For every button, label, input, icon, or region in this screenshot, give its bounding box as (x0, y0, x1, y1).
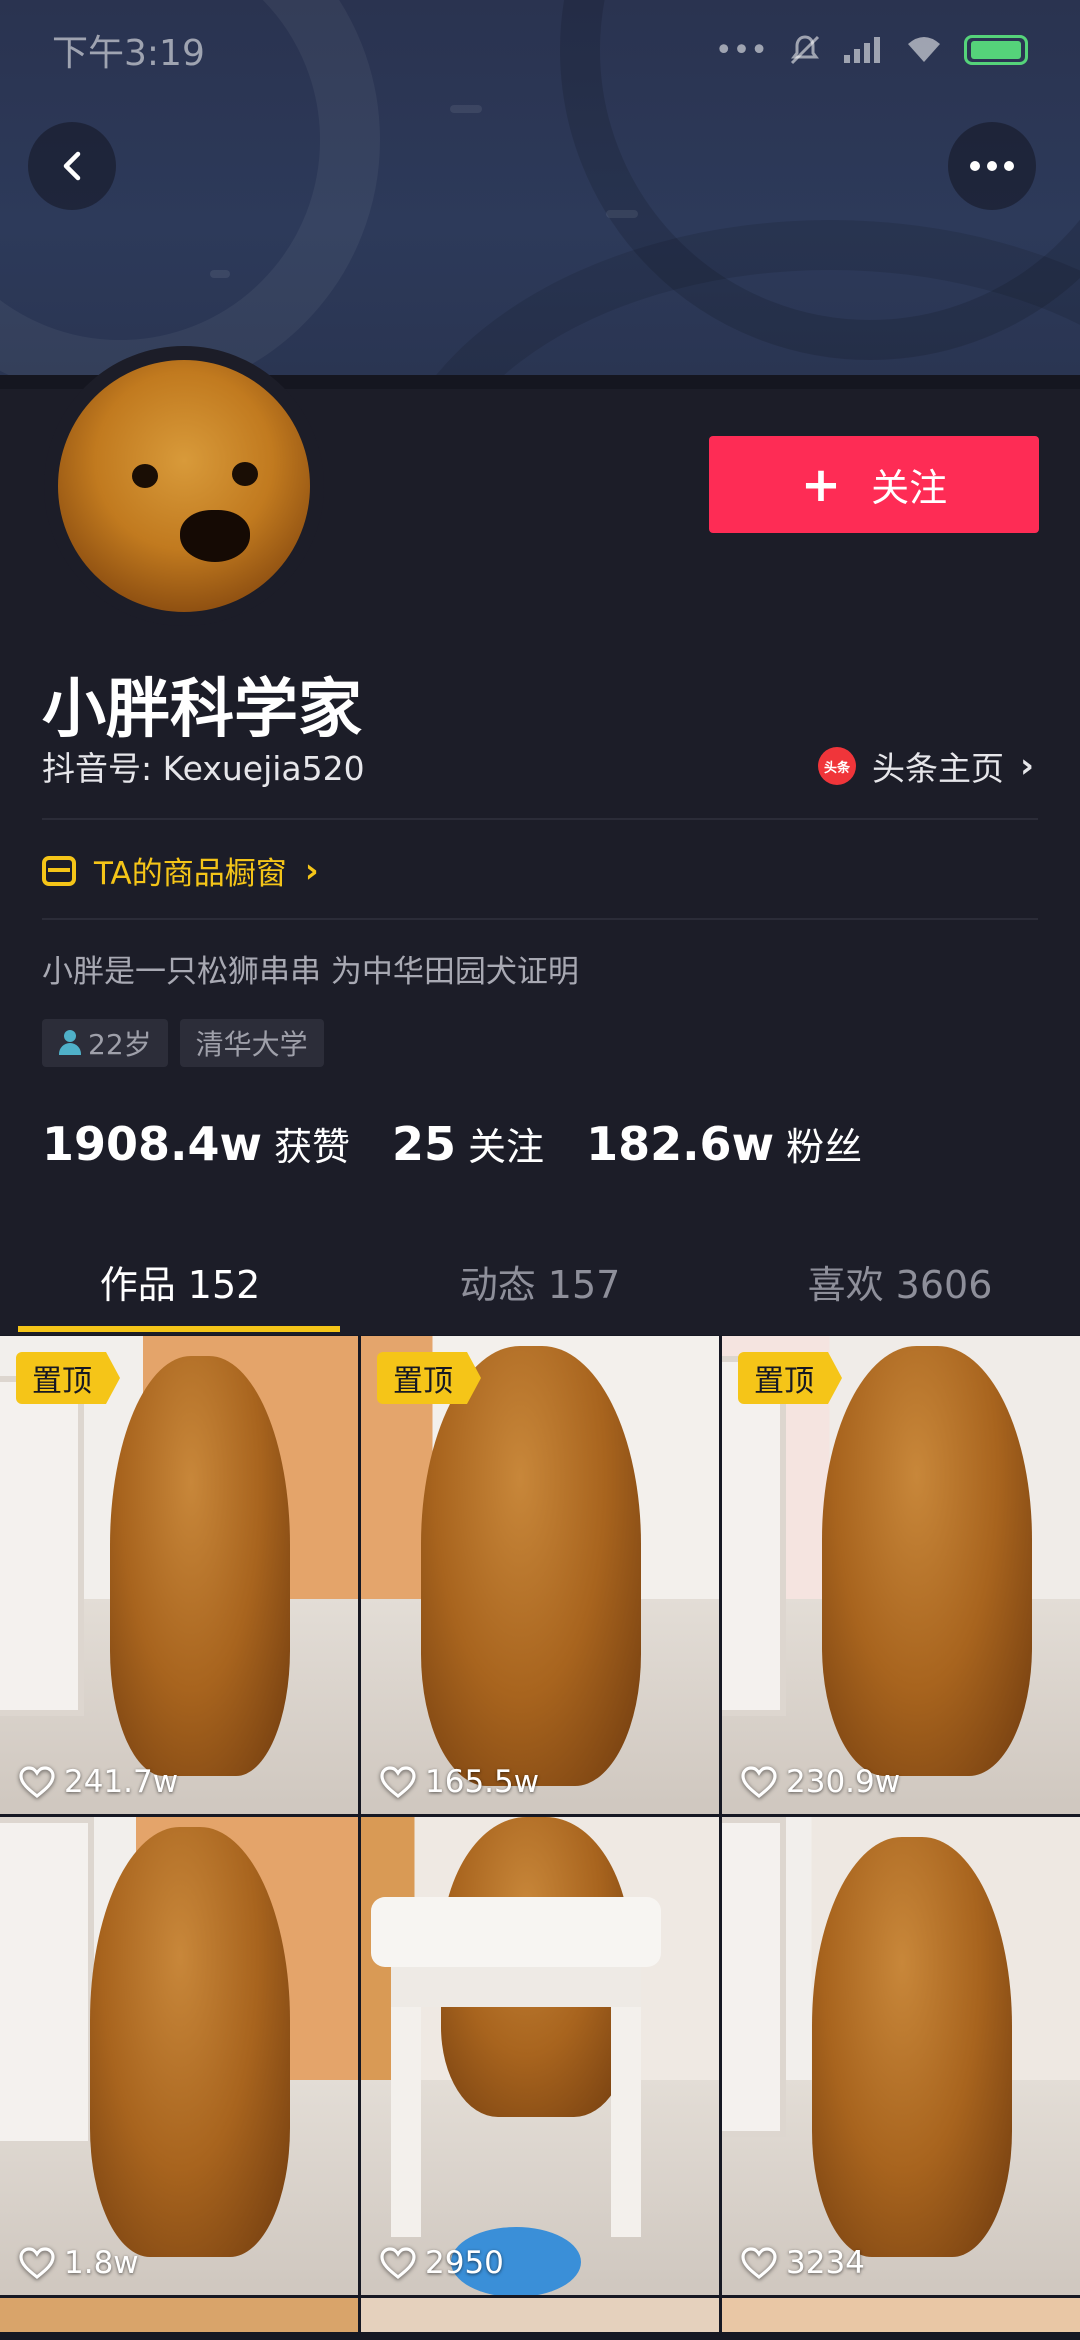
video-thumbnail[interactable]: 3234 (722, 1817, 1080, 2295)
stat-followers[interactable]: 182.6w 粉丝 (586, 1116, 862, 1171)
more-horizontal-icon (970, 161, 1014, 171)
plus-icon: + (800, 456, 842, 513)
pinned-badge: 置顶 (16, 1352, 120, 1404)
stat-following[interactable]: 25 关注 (392, 1116, 544, 1171)
video-thumbnail[interactable]: 置顶 165.5w (361, 1336, 719, 1814)
douyin-id: 抖音号: Kexuejia520 (42, 749, 365, 788)
toutiao-logo-icon: 头条 (818, 747, 856, 785)
stat-following-value: 25 (392, 1117, 457, 1171)
avatar[interactable] (44, 346, 324, 626)
tab-works[interactable]: 作品 152 (0, 1228, 360, 1334)
age-tag-label: 22岁 (88, 1028, 152, 1061)
battery-icon (964, 35, 1028, 65)
profile-stats: 1908.4w 获赞 25 关注 182.6w 粉丝 (42, 1116, 862, 1171)
stat-likes: 1908.4w 获赞 (42, 1116, 350, 1171)
tab-moments[interactable]: 动态 157 (360, 1228, 720, 1334)
school-tag-label: 清华大学 (195, 1028, 308, 1061)
chevron-left-icon (63, 151, 81, 181)
shop-icon (42, 855, 76, 886)
divider (42, 818, 1038, 820)
more-options-button[interactable] (948, 122, 1036, 210)
active-tab-indicator (18, 1326, 340, 1332)
video-thumbnail[interactable]: 1.8w (0, 1817, 358, 2295)
heart-outline-icon (19, 2247, 55, 2280)
profile-name: 小胖科学家 (42, 673, 362, 747)
heart-outline-icon (380, 2247, 416, 2280)
toutiao-homepage-link[interactable]: 头条 头条主页 › (818, 742, 1034, 790)
shop-window-link[interactable]: TA的商品橱窗 › (42, 848, 319, 893)
age-tag: 22岁 (42, 1019, 168, 1067)
stat-followers-label: 粉丝 (786, 1125, 863, 1169)
heart-outline-icon (741, 2247, 777, 2280)
heart-outline-icon (19, 1766, 55, 1799)
profile-bio: 小胖是一只松狮串串 为中华田园犬证明 (42, 954, 579, 990)
video-thumbnail[interactable]: 2950 (361, 1817, 719, 2295)
heart-outline-icon (741, 1766, 777, 1799)
pinned-badge: 置顶 (738, 1352, 842, 1404)
video-thumbnail[interactable] (0, 2298, 358, 2332)
video-likes-count: 230.9w (786, 1764, 901, 1800)
stat-likes-label: 获赞 (274, 1125, 351, 1169)
video-thumbnail[interactable] (361, 2298, 719, 2332)
video-likes: 230.9w (740, 1764, 900, 1800)
heart-outline-icon (380, 1766, 416, 1799)
status-time: 下午3:19 (52, 33, 205, 74)
video-likes: 241.7w (18, 1764, 178, 1800)
video-likes: 165.5w (379, 1764, 539, 1800)
chevron-right-icon: › (1020, 746, 1035, 786)
video-likes-count: 241.7w (64, 1764, 179, 1800)
cell-signal-icon (844, 37, 880, 63)
video-thumbnail[interactable]: 置顶 241.7w (0, 1336, 358, 1814)
video-thumbnail[interactable]: 置顶 230.9w (722, 1336, 1080, 1814)
video-likes-count: 1.8w (64, 2245, 139, 2281)
video-likes-count: 165.5w (425, 1764, 540, 1800)
stat-followers-value: 182.6w (586, 1117, 775, 1171)
status-icons: ••• (715, 33, 1028, 68)
video-likes: 3234 (740, 2245, 865, 2281)
video-grid: 置顶 241.7w 置顶 165.5w 置顶 230.9w 1.8w 2950 … (0, 1336, 1080, 2332)
video-likes: 2950 (379, 2245, 504, 2281)
video-likes-count: 2950 (425, 2245, 504, 2281)
signal-dots-icon: ••• (714, 32, 768, 68)
wifi-icon (908, 37, 940, 62)
back-button[interactable] (28, 122, 116, 210)
person-icon (58, 1030, 82, 1056)
toutiao-label: 头条主页 (872, 749, 1004, 788)
stat-likes-value: 1908.4w (42, 1117, 263, 1171)
video-likes: 1.8w (18, 2245, 139, 2281)
divider (42, 918, 1038, 920)
video-thumbnail[interactable] (722, 2298, 1080, 2332)
video-likes-count: 3234 (786, 2245, 865, 2281)
profile-tags: 22岁 清华大学 (42, 1019, 324, 1067)
pinned-badge: 置顶 (377, 1352, 481, 1404)
follow-label: 关注 (871, 466, 948, 510)
status-bar: 下午3:19 ••• (0, 0, 1080, 100)
tab-likes[interactable]: 喜欢 3606 (720, 1228, 1080, 1334)
mute-icon (790, 35, 820, 65)
shop-label: TA的商品橱窗 (94, 856, 287, 892)
stat-following-label: 关注 (468, 1125, 545, 1169)
follow-button[interactable]: + 关注 (709, 436, 1039, 533)
school-tag: 清华大学 (179, 1019, 324, 1067)
chevron-right-icon: › (304, 850, 319, 891)
profile-tabs: 作品 152 动态 157 喜欢 3606 (0, 1228, 1080, 1334)
